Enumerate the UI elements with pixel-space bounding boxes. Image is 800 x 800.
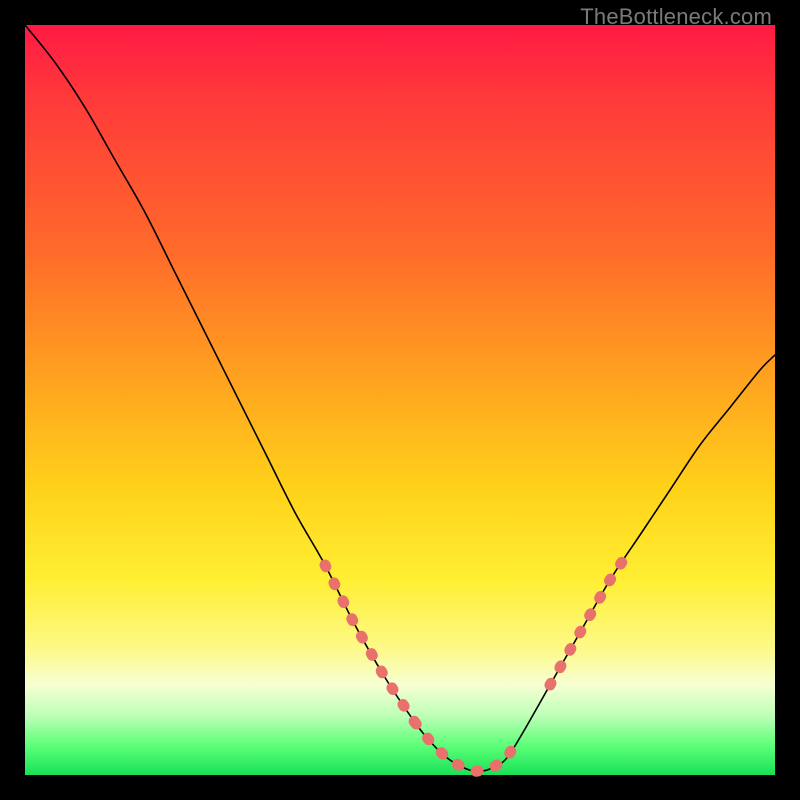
- left-dots: [325, 565, 415, 723]
- plot-area: [25, 25, 775, 775]
- valley-dots: [415, 723, 517, 772]
- chart-svg: [25, 25, 775, 775]
- chart-stage: TheBottleneck.com: [0, 0, 800, 800]
- watermark-text: TheBottleneck.com: [580, 4, 772, 30]
- bottleneck-curve: [25, 25, 775, 771]
